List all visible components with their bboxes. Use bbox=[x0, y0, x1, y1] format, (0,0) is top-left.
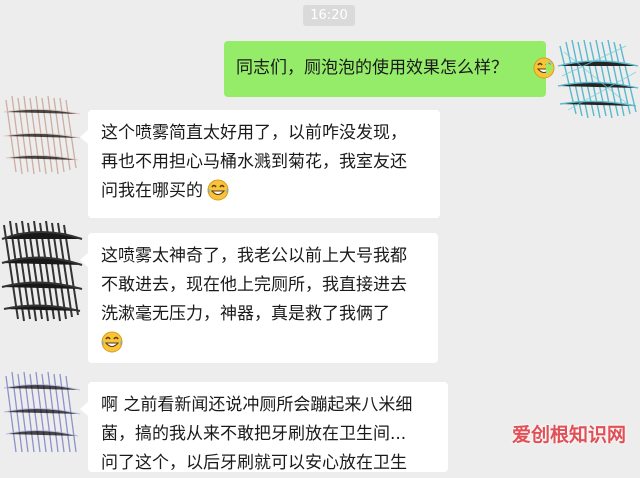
scribble-avatar-icon bbox=[0, 368, 84, 453]
contact-avatar[interactable] bbox=[0, 368, 84, 453]
contact-avatar[interactable] bbox=[0, 92, 84, 178]
message-text: 问了这个，以后牙刷就可以安心放在卫生 bbox=[101, 453, 407, 473]
incoming-message-bubble[interactable]: 这个喷雾简直太好用了，以前咋没发现， 再也不用担心马桶水溅到菊花，我室友还 问我… bbox=[80, 110, 440, 218]
incoming-message-bubble[interactable]: 啊 之前看新闻还说冲厕所会蹦起来八米细 菌，搞的我从来不敢把牙刷放在卫生间...… bbox=[80, 382, 448, 473]
message-text-line: 问我在哪买的 bbox=[101, 177, 428, 206]
tears-of-joy-emoji-icon bbox=[207, 179, 229, 201]
contact-avatar[interactable] bbox=[0, 215, 84, 327]
message-text: 再也不用担心马桶水溅到菊花，我室友还 bbox=[101, 152, 407, 172]
chat-timestamp: 16:20 bbox=[303, 5, 355, 26]
incoming-message-bubble[interactable]: 这喷雾太神奇了，我老公以前上大号我都 不敢进去，现在他上完厕所，我直接进去 洗漱… bbox=[80, 233, 438, 363]
self-message-bubble[interactable]: 同志们，厕泡泡的使用效果怎么样？ bbox=[224, 41, 555, 97]
message-text: 啊 之前看新闻还说冲厕所会蹦起来八米细 bbox=[101, 395, 413, 415]
message-text: 菌，搞的我从来不敢把牙刷放在卫生间... bbox=[101, 424, 407, 444]
scribble-avatar-icon bbox=[0, 92, 84, 178]
grinning-sweat-emoji-icon bbox=[533, 57, 555, 79]
message-text: 不敢进去，现在他上完厕所，我直接进去 bbox=[101, 275, 407, 295]
scribble-avatar-icon bbox=[556, 36, 640, 120]
message-text-line bbox=[101, 329, 426, 358]
tears-of-joy-emoji-icon bbox=[101, 331, 123, 353]
site-watermark: 爱创根知识网 bbox=[511, 424, 626, 446]
message-text: 同志们，厕泡泡的使用效果怎么样？ bbox=[236, 58, 508, 78]
message-text: 问我在哪买的 bbox=[101, 181, 203, 201]
self-avatar[interactable] bbox=[556, 36, 640, 120]
scribble-avatar-icon bbox=[0, 215, 84, 327]
message-text: 这喷雾太神奇了，我老公以前上大号我都 bbox=[101, 246, 407, 266]
message-text: 这个喷雾简直太好用了，以前咋没发现， bbox=[101, 123, 407, 143]
message-text: 洗漱毫无压力，神器，真是救了我俩了 bbox=[101, 304, 390, 324]
